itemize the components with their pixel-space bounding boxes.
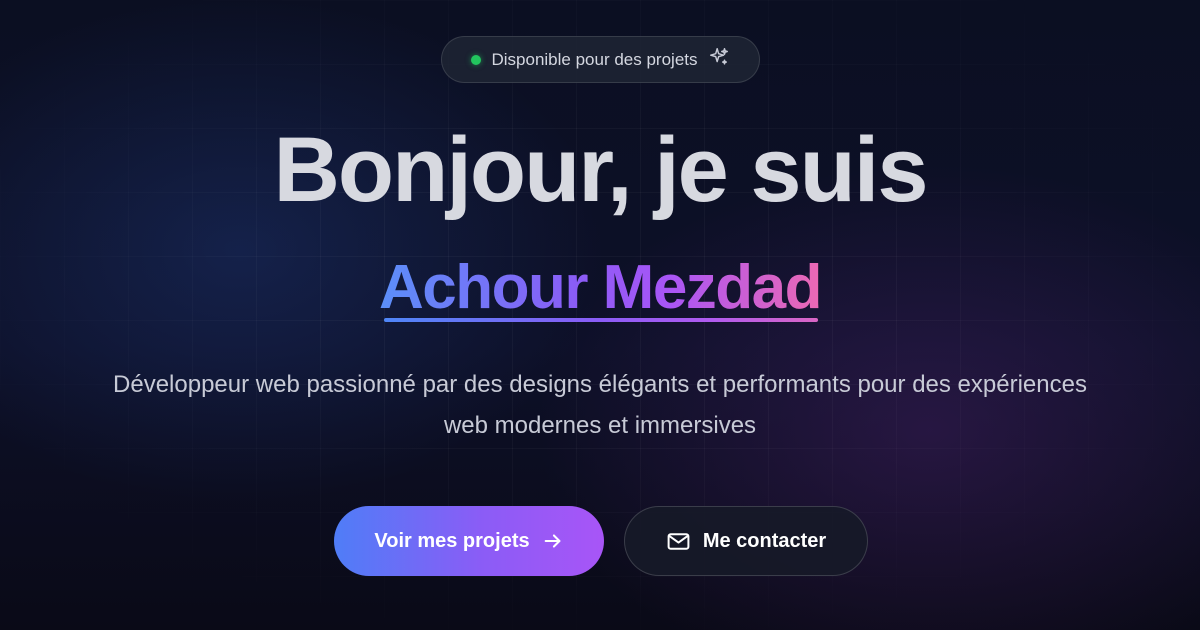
hero-section: Disponible pour des projets Bonjour, je …	[0, 0, 1200, 630]
name-underline	[384, 318, 818, 322]
sparkle-icon	[708, 46, 730, 73]
view-projects-button[interactable]: Voir mes projets	[334, 506, 604, 576]
contact-label: Me contacter	[702, 529, 827, 552]
contact-button[interactable]: Me contacter	[624, 506, 868, 576]
hero-tagline: Développeur web passionné par des design…	[113, 371, 1087, 439]
mail-icon	[666, 529, 691, 554]
name-wrapper: Achour Mezdad	[0, 256, 1200, 322]
availability-text: Disponible pour des projets	[491, 49, 698, 69]
hero-name: Achour Mezdad	[378, 253, 823, 322]
hero-headline: Bonjour, je suis	[273, 119, 928, 221]
arrow-right-icon	[542, 530, 564, 552]
availability-badge: Disponible pour des projets	[441, 36, 760, 83]
status-dot	[471, 54, 482, 65]
view-projects-label: Voir mes projets	[374, 529, 530, 552]
